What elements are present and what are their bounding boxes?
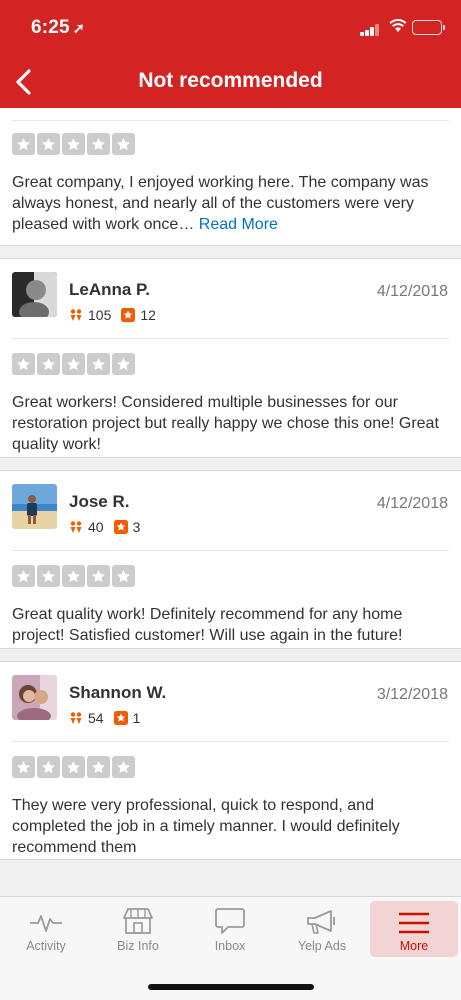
reviewer-name[interactable]: LeAnna P. xyxy=(69,280,150,300)
wifi-icon xyxy=(389,19,407,32)
star-icon xyxy=(12,565,35,587)
star-icon xyxy=(87,565,110,587)
cellular-signal-icon xyxy=(360,24,382,36)
review-text: Great quality work! Definitely recommend… xyxy=(12,606,403,644)
card-separator xyxy=(0,648,461,662)
card-separator xyxy=(0,245,461,259)
reviewer-stats: 40 3 xyxy=(69,519,150,535)
review-date: 4/12/2018 xyxy=(376,495,448,512)
star-icon xyxy=(62,565,85,587)
friends-count: 105 xyxy=(88,307,112,323)
chat-bubble-icon xyxy=(215,908,245,934)
tab-activity[interactable]: Activity xyxy=(2,901,90,957)
star-icon xyxy=(62,756,85,778)
star-icon xyxy=(12,353,35,375)
star-icon xyxy=(112,756,135,778)
friends-count: 40 xyxy=(88,519,104,535)
tab-inbox[interactable]: Inbox xyxy=(186,901,274,957)
review-list[interactable]: Great company, I enjoyed working here. T… xyxy=(0,108,461,898)
nav-bar: Not recommended xyxy=(0,56,461,108)
storefront-icon xyxy=(123,908,153,934)
star-icon xyxy=(12,756,35,778)
reviewer-stats: 105 12 xyxy=(69,307,166,323)
review-text: They were very professional, quick to re… xyxy=(12,797,400,856)
status-bar: 6:25 ➚ xyxy=(0,0,461,56)
tab-biz-info[interactable]: Biz Info xyxy=(94,901,182,957)
divider xyxy=(12,741,449,742)
star-icon xyxy=(112,353,135,375)
battery-icon xyxy=(412,20,445,35)
reviews-count: 1 xyxy=(132,710,141,726)
avatar[interactable] xyxy=(12,675,57,720)
review-card-partial: Great company, I enjoyed working here. T… xyxy=(0,108,461,245)
reviews-count: 3 xyxy=(132,519,141,535)
review-card: Jose R. 4/12/2018 40 3 Great quality wor… xyxy=(0,471,461,648)
reviews-icon xyxy=(113,711,128,725)
tab-yelp-ads[interactable]: Yelp Ads xyxy=(278,901,366,957)
star-icon xyxy=(37,565,60,587)
tab-label: Yelp Ads xyxy=(297,939,347,953)
home-indicator[interactable] xyxy=(148,984,314,990)
review-text: Great workers! Considered multiple busin… xyxy=(12,394,439,453)
hamburger-menu-icon xyxy=(399,912,429,934)
friends-icon xyxy=(70,712,82,724)
review-text: Great company, I enjoyed working here. T… xyxy=(12,172,451,235)
location-arrow-icon: ➚ xyxy=(72,20,85,36)
star-icon xyxy=(37,133,60,155)
review-card: Shannon W. 3/12/2018 54 1 They were very… xyxy=(0,662,461,862)
friends-icon xyxy=(70,521,82,533)
status-time-text: 6:25 xyxy=(31,17,70,38)
reviews-icon xyxy=(121,308,136,322)
star-icon xyxy=(12,133,35,155)
star-icon xyxy=(87,756,110,778)
star-icon xyxy=(87,133,110,155)
review-date: 3/12/2018 xyxy=(376,686,448,703)
tab-more[interactable]: More xyxy=(370,901,458,957)
star-icon xyxy=(112,565,135,587)
star-rating xyxy=(12,756,135,778)
divider xyxy=(12,338,449,339)
star-icon xyxy=(37,756,60,778)
activity-pulse-icon xyxy=(30,915,62,932)
star-rating xyxy=(12,565,135,587)
reviewer-name[interactable]: Shannon W. xyxy=(69,683,166,703)
review-date: 4/12/2018 xyxy=(376,283,448,300)
review-card: LeAnna P. 4/12/2018 105 12 Great workers… xyxy=(0,259,461,457)
avatar[interactable] xyxy=(12,484,57,529)
reviews-count: 12 xyxy=(140,307,156,323)
friends-count: 54 xyxy=(88,710,104,726)
star-icon xyxy=(87,353,110,375)
divider xyxy=(12,120,449,121)
read-more-link[interactable]: Read More xyxy=(199,216,278,233)
tab-label: Activity xyxy=(26,939,66,953)
megaphone-icon xyxy=(307,910,335,934)
star-rating xyxy=(12,133,135,155)
divider xyxy=(12,550,449,551)
star-rating xyxy=(12,353,135,375)
page-title: Not recommended xyxy=(138,69,323,92)
card-separator xyxy=(0,457,461,471)
star-icon xyxy=(112,133,135,155)
reviewer-name[interactable]: Jose R. xyxy=(69,492,129,512)
friends-icon xyxy=(70,309,82,321)
card-separator xyxy=(0,859,461,898)
avatar[interactable] xyxy=(12,272,57,317)
tab-label: Biz Info xyxy=(117,939,159,953)
star-icon xyxy=(62,133,85,155)
reviews-icon xyxy=(113,520,128,534)
star-icon xyxy=(37,353,60,375)
tab-label: More xyxy=(399,939,429,953)
tab-label: Inbox xyxy=(214,939,246,953)
reviewer-stats: 54 1 xyxy=(69,710,150,726)
star-icon xyxy=(62,353,85,375)
status-time: 6:25 ➚ xyxy=(31,17,85,39)
